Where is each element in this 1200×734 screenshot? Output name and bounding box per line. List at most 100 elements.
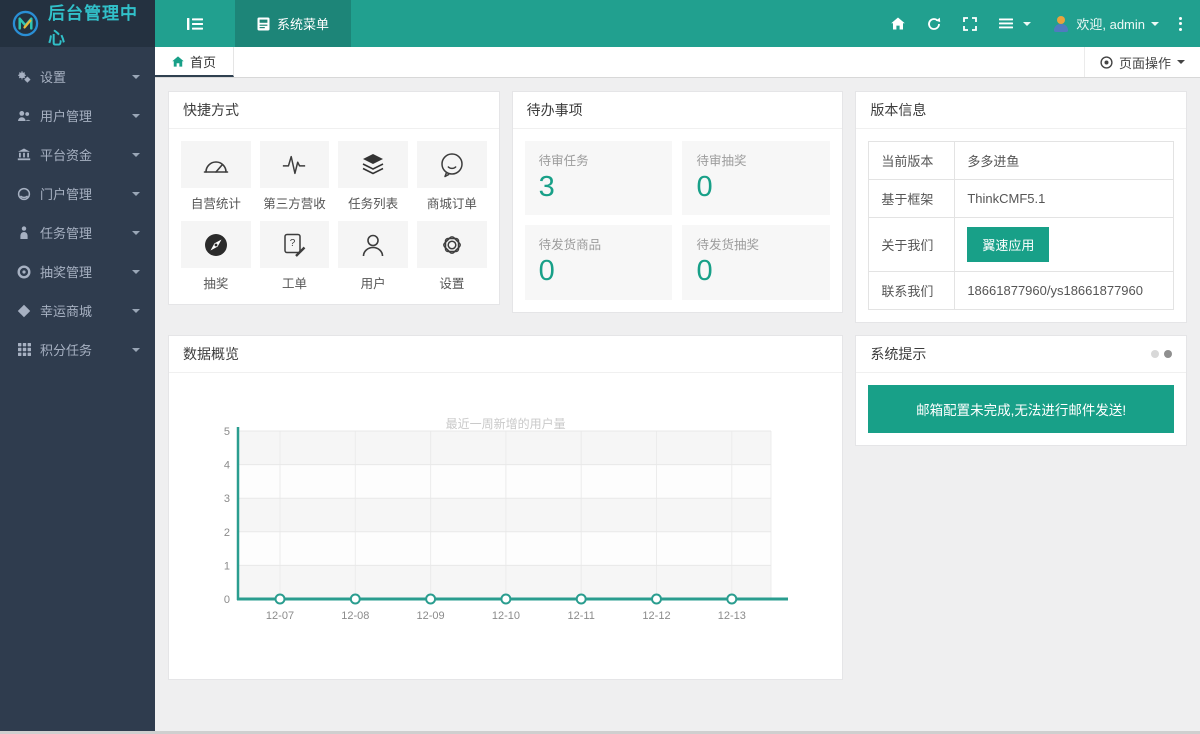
stat-pending-tasks: 待审任务 3: [524, 141, 673, 216]
fullscreen-icon[interactable]: [952, 0, 988, 47]
grid-icon: [17, 343, 31, 356]
refresh-icon[interactable]: [916, 0, 952, 47]
row-label: 当前版本: [868, 141, 956, 180]
sidebar: 设置 用户管理 平台资金 门户管理 任务管理 抽奖管理 幸运商城 积分任务: [0, 47, 155, 734]
panel-title: 快捷方式: [169, 92, 499, 129]
framework-value: ThinkCMF5.1: [954, 179, 1174, 218]
svg-text:12-12: 12-12: [642, 610, 670, 622]
svg-text:0: 0: [224, 594, 230, 606]
svg-text:12-13: 12-13: [718, 610, 746, 622]
stat-value: 0: [538, 255, 555, 288]
sidebar-item-label: 任务管理: [40, 226, 93, 241]
todo-panel: 待办事项 待审任务 3 待审抽奖 0 待发货商品 0 待发货抽奖 0: [511, 91, 844, 313]
quick-item-label: 任务列表: [348, 197, 399, 211]
table-row: 联系我们 18661877960/ys18661877960: [868, 271, 1174, 310]
carousel-dot[interactable]: [1150, 350, 1159, 358]
chart-area: 最近一周新增的用户量 一淘模版 01234512-0712-0812-0912-…: [169, 373, 842, 679]
stat-pending-shipment-lottery: 待发货抽奖 0: [682, 225, 831, 300]
user-menu[interactable]: 欢迎, admin: [1042, 14, 1169, 33]
contact-value: 18661877960/ys18661877960: [954, 271, 1174, 310]
menu-dropdown-icon[interactable]: [988, 0, 1042, 47]
portal-icon: [17, 187, 31, 201]
tab-bar: 首页 页面操作: [155, 47, 1200, 78]
panel-title: 版本信息: [856, 92, 1186, 129]
sidebar-item-label: 用户管理: [40, 109, 93, 124]
sidebar-item-platform-funds[interactable]: 平台资金: [0, 135, 155, 174]
tab-home-label: 首页: [190, 54, 217, 70]
quick-item-third-party-revenue[interactable]: 第三方营收: [259, 141, 330, 212]
table-row: 基于框架 ThinkCMF5.1: [868, 179, 1174, 218]
svg-text:3: 3: [224, 493, 230, 505]
smile-bubble-icon: [438, 151, 466, 179]
svg-text:5: 5: [224, 426, 230, 438]
stat-pending-shipment-goods: 待发货商品 0: [524, 225, 673, 300]
sidebar-item-task-management[interactable]: 任务管理: [0, 213, 155, 252]
chevron-down-icon: [132, 269, 140, 274]
sidebar-item-points-tasks[interactable]: 积分任务: [0, 330, 155, 369]
dot-circle-icon: [1100, 55, 1113, 69]
top-bar: 后台管理中心 系统菜单 欢迎, admin: [0, 0, 1200, 48]
chevron-down-icon: [132, 152, 140, 157]
system-tips-panel: 系统提示 邮箱配置未完成,无法进行邮件发送!: [855, 335, 1187, 446]
quick-item-lottery[interactable]: 抽奖: [181, 221, 251, 292]
tab-system-menu-label: 系统菜单: [277, 17, 330, 32]
svg-text:?: ?: [290, 238, 296, 249]
row-label: 联系我们: [868, 271, 956, 310]
about-us-button[interactable]: 翼速应用: [967, 227, 1050, 262]
quick-item-settings[interactable]: 设置: [416, 221, 487, 292]
svg-text:12-09: 12-09: [417, 610, 445, 622]
sidebar-item-label: 设置: [40, 70, 67, 85]
quick-item-label: 工单: [281, 277, 307, 291]
content: 快捷方式 自营统计 第三方营收 任务列表 商城订单 抽奖 ? 工单 用户 设置 …: [155, 78, 1200, 734]
quick-item-self-stats[interactable]: 自营统计: [181, 141, 251, 212]
current-version-value: 多多进鱼: [954, 141, 1174, 180]
carousel-dot-active[interactable]: [1163, 350, 1172, 358]
header-actions: 欢迎, admin: [880, 0, 1200, 47]
carousel-dots: [1150, 350, 1172, 358]
sidebar-item-settings[interactable]: 设置: [0, 57, 155, 96]
svg-text:12-10: 12-10: [492, 610, 520, 622]
bank-icon: [17, 148, 31, 161]
version-table: 当前版本 多多进鱼 基于框架 ThinkCMF5.1 关于我们 翼速应用 联系我…: [868, 141, 1174, 310]
quick-item-label: 设置: [439, 277, 465, 291]
stat-pending-lottery: 待审抽奖 0: [682, 141, 831, 216]
sidebar-item-lucky-mall[interactable]: 幸运商城: [0, 291, 155, 330]
compass-icon: [202, 231, 230, 259]
quick-item-label: 用户: [360, 277, 386, 291]
logo-icon: [12, 10, 39, 37]
quick-item-label: 自营统计: [190, 197, 241, 211]
home-icon: [172, 55, 184, 67]
quick-item-work-order[interactable]: ? 工单: [259, 221, 330, 292]
chevron-down-icon: [132, 230, 140, 235]
quick-item-mall-orders[interactable]: 商城订单: [416, 141, 487, 212]
lottery-icon: [17, 264, 31, 279]
ticket-icon: ?: [279, 231, 309, 259]
quick-item-task-list[interactable]: 任务列表: [338, 141, 408, 212]
sidebar-item-user-management[interactable]: 用户管理: [0, 96, 155, 135]
gauge-icon: [201, 152, 231, 178]
header: 系统菜单 欢迎, admin: [155, 0, 1200, 47]
cogs-icon: [17, 70, 31, 84]
panel-title: 系统提示: [870, 346, 927, 362]
row-label: 关于我们: [868, 217, 956, 272]
quick-item-users[interactable]: 用户: [338, 221, 408, 292]
data-overview-panel: 数据概览 最近一周新增的用户量 一淘模版 01234512-0712-0812-…: [168, 335, 844, 680]
chevron-down-icon: [132, 347, 140, 352]
pulse-icon: [279, 152, 309, 178]
users-icon: [17, 109, 31, 123]
app-logo: 后台管理中心: [0, 0, 155, 48]
sidebar-item-lottery-management[interactable]: 抽奖管理: [0, 252, 155, 291]
home-icon[interactable]: [880, 0, 916, 47]
tab-system-menu[interactable]: 系统菜单: [235, 0, 352, 47]
stat-value: 0: [696, 171, 713, 203]
chevron-down-icon: [132, 113, 140, 118]
sidebar-item-portal-management[interactable]: 门户管理: [0, 174, 155, 213]
table-row: 当前版本 多多进鱼: [868, 141, 1174, 180]
tab-home[interactable]: 首页: [155, 47, 235, 77]
sidebar-item-label: 门户管理: [40, 187, 93, 202]
more-options-icon[interactable]: [1169, 16, 1192, 31]
sidebar-toggle-icon[interactable]: [155, 0, 235, 47]
user-icon: [359, 231, 387, 259]
page-actions-label: 页面操作: [1118, 55, 1171, 71]
page-actions-button[interactable]: 页面操作: [1083, 47, 1200, 77]
